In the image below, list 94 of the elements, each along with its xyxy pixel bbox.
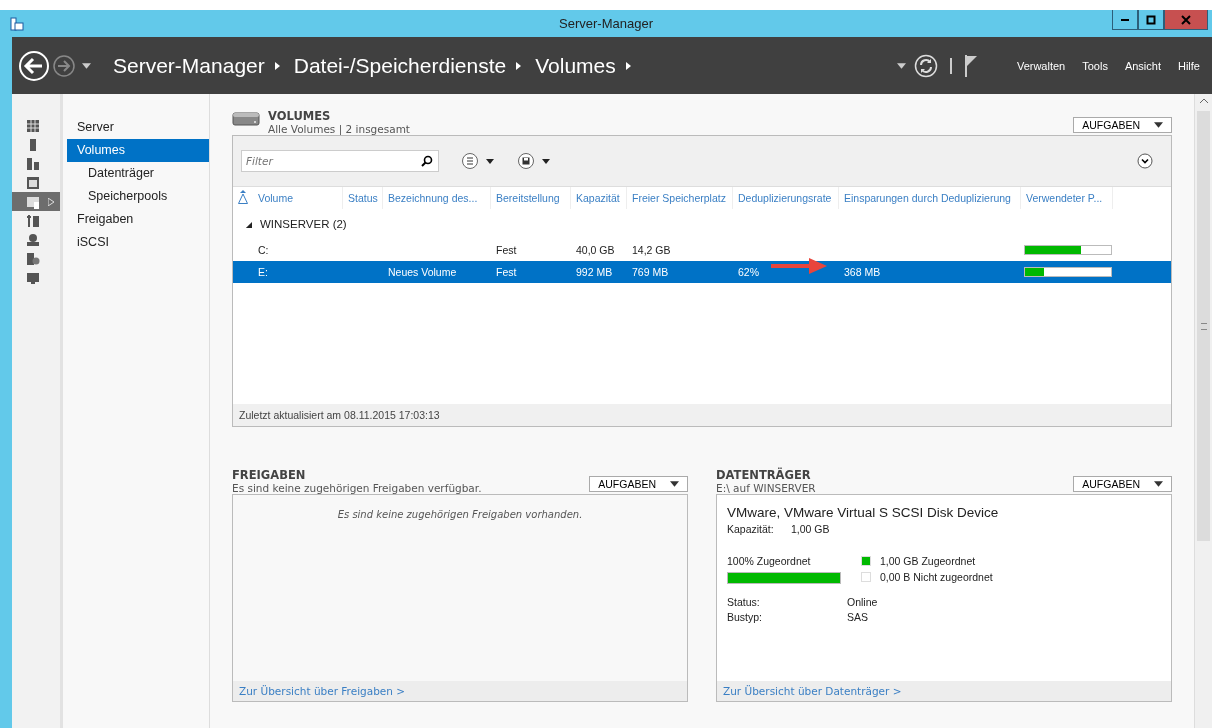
breadcrumb-item[interactable]: Datei-/Speicherdienste — [293, 53, 507, 78]
caret-icon[interactable] — [897, 62, 907, 69]
close-icon — [1181, 14, 1191, 25]
chevron-icon — [625, 61, 631, 70]
table-cell: 62% — [738, 266, 759, 278]
table-cell: Neues Volume — [388, 266, 457, 278]
expand-arrow-icon — [48, 198, 54, 206]
close-button[interactable] — [1164, 10, 1208, 30]
tasks-button[interactable]: AUFGABEN — [1073, 117, 1172, 133]
nav-item[interactable]: Server — [67, 116, 209, 139]
save-options-icon[interactable] — [517, 152, 551, 170]
chevron-icon — [274, 61, 280, 70]
monitor-icon — [26, 270, 40, 285]
filter-field[interactable]: Filter — [241, 150, 439, 172]
column-header[interactable]: Status — [343, 187, 383, 209]
column-header[interactable]: Kapazität — [571, 187, 627, 209]
property-value: 1,00 GB — [791, 523, 830, 535]
group-header[interactable]: WINSERVER (2) — [260, 218, 347, 230]
allocation-label: 100% Zugeordnet — [727, 555, 812, 567]
disk-icon — [26, 251, 40, 266]
table-cell: 368 MB — [844, 266, 881, 278]
maximize-icon — [1146, 14, 1156, 25]
tasks-button[interactable]: AUFGABEN — [1073, 476, 1172, 492]
menu-item[interactable]: Tools — [1082, 59, 1108, 72]
nav-item[interactable]: Volumes — [67, 139, 209, 162]
refresh-icon[interactable] — [914, 53, 939, 78]
legend-label: 0,00 B Nicht zugeordnet — [880, 571, 993, 583]
table-cell: 14,2 GB — [632, 244, 671, 256]
caret-icon[interactable] — [82, 62, 91, 69]
expand-icon[interactable] — [1137, 153, 1153, 169]
empty-message: Es sind keine zugehörigen Freigaben vorhanden. — [336, 509, 584, 520]
dashboard-icon — [26, 118, 40, 133]
table-cell: E: — [258, 266, 268, 278]
column-header[interactable]: Bereitstellung — [491, 187, 571, 209]
scroll-thumb[interactable] — [1197, 111, 1210, 541]
property-value: SAS — [847, 611, 868, 623]
caret-icon — [670, 481, 679, 487]
window-title: Server-Manager — [559, 16, 653, 31]
caret-icon — [1154, 122, 1163, 128]
property-label: Bustyp: — [727, 611, 764, 623]
legend-label: 1,00 GB Zugeordnet — [880, 555, 976, 567]
maximize-button[interactable] — [1138, 10, 1164, 30]
chevron-icon — [516, 61, 522, 70]
minimize-button[interactable] — [1112, 10, 1138, 30]
table-cell: C: — [258, 244, 269, 256]
table-cell: 992 MB — [576, 266, 613, 278]
nav-item[interactable]: iSCSI — [67, 231, 209, 254]
nav-item[interactable]: Datenträger — [67, 162, 209, 185]
rail-item[interactable] — [12, 192, 60, 211]
servers-icon — [26, 156, 40, 171]
nav-item[interactable]: Speicherpools — [67, 185, 209, 208]
section-subtitle: Alle Volumes | 2 insgesamt — [268, 123, 411, 135]
back-icon[interactable] — [18, 49, 50, 82]
nav-item[interactable]: Freigaben — [67, 208, 209, 231]
section-title: DATENTRÄGER — [716, 468, 812, 482]
breadcrumb-item[interactable]: Volumes — [535, 53, 616, 78]
flag-icon[interactable] — [963, 54, 978, 77]
device-name: VMware, VMware Virtual S SCSI Disk Device — [727, 505, 1000, 520]
search-icon[interactable] — [421, 155, 433, 167]
table-cell: Fest — [496, 244, 517, 256]
forward-icon[interactable] — [52, 53, 76, 78]
column-header[interactable]: Deduplizierungsrate — [733, 187, 839, 209]
column-header[interactable]: Einsparungen durch Deduplizierung — [839, 187, 1021, 209]
table-row[interactable]: E: Neues Volume Fest 992 MB 769 MB 62% 368 MB — [233, 261, 1171, 283]
section-title: FREIGABEN — [232, 468, 307, 482]
breadcrumb-item[interactable]: Server-Manager — [113, 53, 265, 78]
column-header[interactable]: Verwendeter P... — [1021, 187, 1113, 209]
column-header[interactable]: Bezeichnung des... — [383, 187, 491, 209]
property-label: Status: — [727, 596, 761, 608]
list-options-icon[interactable] — [461, 152, 495, 170]
collapse-icon[interactable] — [245, 220, 252, 228]
menu-item[interactable]: Ansicht — [1124, 59, 1161, 72]
table-cell: 769 MB — [632, 266, 669, 278]
property-value: Online — [847, 596, 878, 608]
scrollbar[interactable] — [1194, 94, 1212, 728]
table-cell: 40,0 GB — [576, 244, 615, 256]
minimize-icon — [1121, 18, 1129, 21]
app-icon — [10, 16, 24, 31]
section-subtitle: E:\ auf WINSERVER — [716, 482, 817, 494]
warning-icon[interactable] — [238, 190, 248, 204]
section-title: VOLUMES — [268, 109, 332, 123]
menu-item[interactable]: Hilfe — [1178, 59, 1200, 72]
menu-item[interactable]: Verwalten — [1016, 59, 1066, 72]
table-row[interactable]: C: Fest 40,0 GB 14,2 GB — [233, 239, 1171, 261]
tasks-button[interactable]: AUFGABEN — [589, 476, 688, 492]
tools-icon — [26, 213, 40, 228]
section-subtitle: Es sind keine zugehörigen Freigaben verfügbar. — [232, 482, 483, 494]
property-label: Kapazität: — [727, 523, 775, 535]
caret-icon — [1154, 481, 1163, 487]
column-header[interactable]: Volume — [253, 187, 343, 209]
scroll-up-icon[interactable] — [1199, 98, 1208, 103]
column-header[interactable]: Freier Speicherplatz — [627, 187, 733, 209]
table-cell: Fest — [496, 266, 517, 278]
status-text: Zuletzt aktualisiert am 08.11.2015 17:03:13 — [233, 404, 1171, 426]
